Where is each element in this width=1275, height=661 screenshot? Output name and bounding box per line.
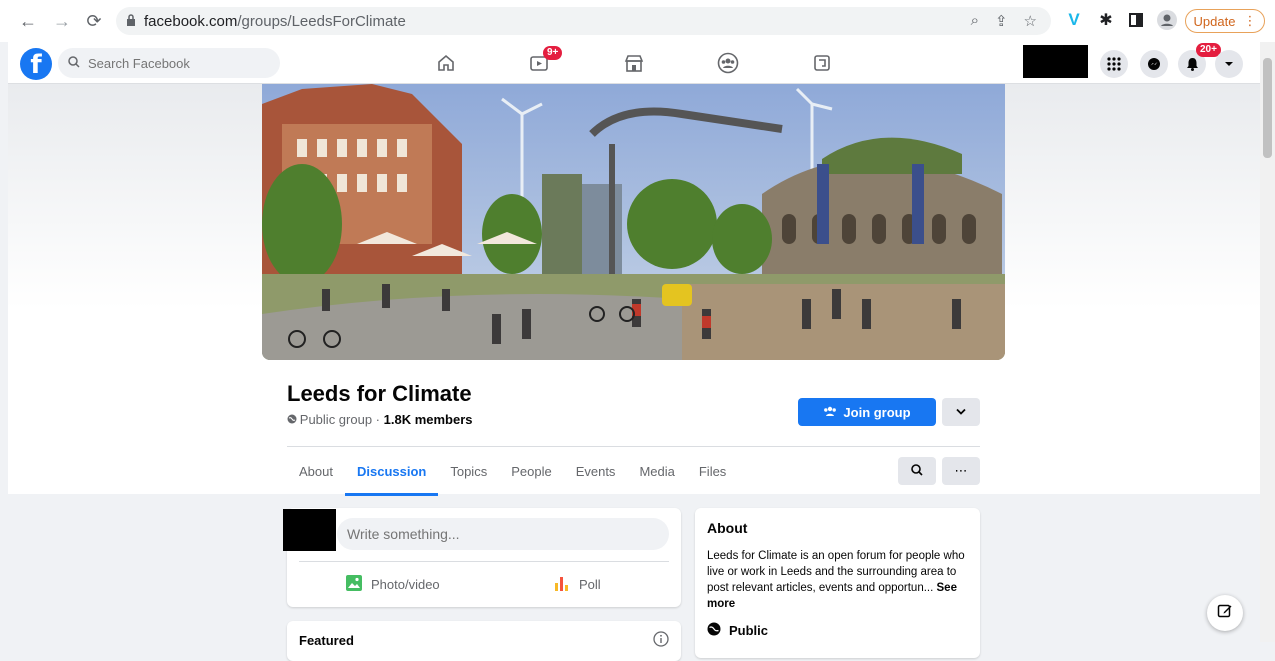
tab-files[interactable]: Files (687, 460, 738, 496)
about-privacy: Public (707, 622, 768, 639)
page-scrollbar[interactable] (1260, 42, 1275, 642)
group-options-dropdown[interactable] (942, 398, 980, 426)
group-members[interactable]: 1.8K members (384, 412, 473, 427)
redacted-profile (1023, 45, 1088, 78)
meta-separator: · (372, 412, 384, 427)
profile-avatar-icon[interactable] (1155, 8, 1179, 32)
search-icon (68, 55, 80, 71)
photo-video-label: Photo/video (371, 577, 440, 592)
tab-media[interactable]: Media (627, 460, 686, 496)
more-dots-icon: ⋯ (954, 463, 968, 478)
globe-icon (287, 414, 300, 427)
featured-card: Featured (287, 621, 681, 661)
url-path: /groups/LeedsForClimate (237, 12, 406, 30)
address-bar[interactable]: facebook.com/groups/LeedsForClimate ⌕ ⇪ … (116, 7, 1051, 35)
facebook-logo-icon[interactable]: f (20, 48, 52, 80)
poll-button[interactable]: Poll (553, 574, 601, 595)
composer-divider (299, 561, 669, 562)
menu-grid-icon[interactable] (1100, 50, 1128, 78)
poll-label: Poll (579, 577, 601, 592)
messenger-icon[interactable] (1140, 50, 1168, 78)
composer-card: Photo/video Poll (283, 508, 681, 607)
join-group-button[interactable]: Join group (798, 398, 936, 426)
account-dropdown-icon[interactable] (1215, 50, 1243, 78)
poll-icon (553, 574, 571, 595)
about-title: About (707, 520, 748, 536)
kebab-menu-icon: ⋮ (1243, 13, 1257, 28)
tab-discussion[interactable]: Discussion (344, 460, 439, 496)
url-domain: facebook.com (144, 12, 238, 30)
watch-badge: 9+ (543, 46, 563, 60)
search-input[interactable] (88, 55, 258, 71)
vimeo-extension-icon[interactable]: V (1062, 8, 1086, 32)
tab-topics[interactable]: Topics (438, 460, 499, 496)
zoom-icon[interactable]: ⌕ (971, 12, 979, 30)
about-description: Leeds for Climate is an open forum for p… (707, 548, 967, 612)
about-card: About Leeds for Climate is an open forum… (695, 508, 980, 658)
url-text: facebook.com/groups/LeedsForClimate (144, 13, 406, 30)
forward-arrow-icon[interactable]: → (48, 7, 76, 35)
about-text: Leeds for Climate is an open forum for p… (707, 550, 965, 594)
tab-about[interactable]: About (287, 460, 345, 496)
featured-title: Featured (299, 633, 354, 648)
group-privacy: Public group (299, 412, 373, 427)
tab-events[interactable]: Events (564, 460, 628, 496)
header-divider (287, 446, 980, 447)
update-button[interactable]: Update ⋮ (1185, 9, 1265, 33)
extensions-puzzle-icon[interactable]: ✱ (1094, 8, 1118, 32)
join-group-label: Join group (843, 404, 911, 420)
gaming-icon[interactable] (810, 52, 834, 74)
back-arrow-icon[interactable]: ← (14, 7, 42, 35)
about-privacy-label: Public (729, 623, 769, 638)
facebook-header: f 9+ 20+ (8, 42, 1260, 84)
side-panel-icon[interactable] (1124, 8, 1148, 32)
groups-icon[interactable] (716, 52, 740, 74)
tab-people[interactable]: People (499, 460, 563, 496)
redacted-avatar (283, 509, 336, 551)
compose-icon (1217, 603, 1233, 623)
home-icon[interactable] (434, 52, 458, 74)
marketplace-icon[interactable] (622, 52, 646, 74)
scrollbar-thumb[interactable] (1263, 58, 1272, 158)
update-label: Update (1193, 13, 1236, 29)
photo-video-button[interactable]: Photo/video (345, 574, 440, 595)
join-group-icon (823, 405, 837, 420)
browser-toolbar: ← → ⟳ facebook.com/groups/LeedsForClimat… (0, 0, 1275, 42)
facebook-search[interactable] (58, 48, 280, 78)
lock-icon (126, 13, 136, 29)
group-more-button[interactable]: ⋯ (942, 457, 980, 485)
reload-icon[interactable]: ⟳ (80, 7, 108, 35)
bookmark-star-icon[interactable]: ☆ (1024, 12, 1037, 30)
new-message-button[interactable] (1207, 595, 1243, 631)
photo-icon (345, 574, 363, 595)
search-icon (911, 463, 923, 479)
group-cover-photo[interactable] (262, 84, 1005, 360)
group-tabs: About Discussion Topics People Events Me… (287, 460, 738, 496)
write-something-box[interactable] (337, 518, 669, 550)
share-icon[interactable]: ⇪ (995, 12, 1008, 30)
chevron-down-icon (956, 406, 966, 418)
write-something-input[interactable] (347, 526, 647, 542)
globe-icon (707, 622, 721, 639)
group-search-button[interactable] (898, 457, 936, 485)
group-name: Leeds for Climate (287, 381, 472, 406)
group-meta: Public group · 1.8K members (287, 412, 473, 427)
